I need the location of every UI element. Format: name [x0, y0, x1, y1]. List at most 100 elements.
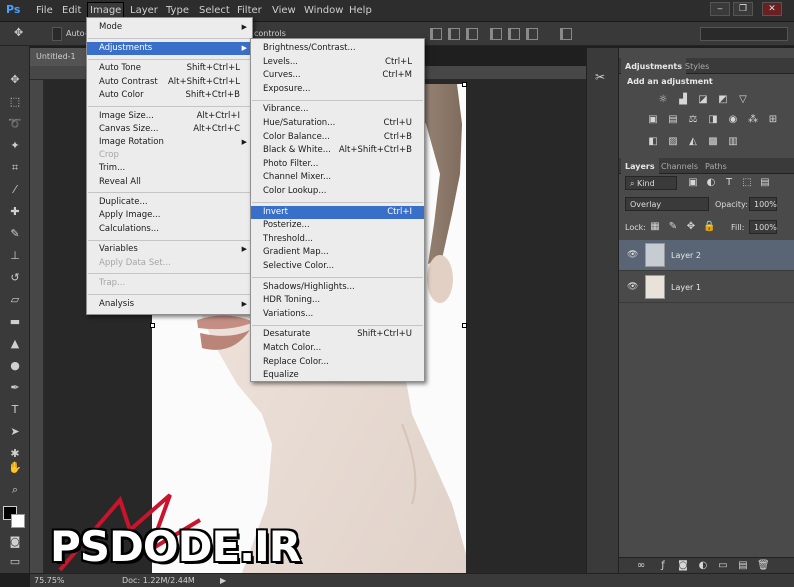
threshold-icon[interactable]: ◭ — [687, 136, 699, 148]
minimize-button[interactable]: ‒ — [710, 2, 730, 16]
menu-item-curves[interactable]: Curves... Ctrl+M — [251, 69, 424, 82]
background-color-swatch[interactable] — [11, 514, 25, 528]
blur-tool-icon[interactable]: ▲ — [7, 336, 23, 352]
healing-brush-tool-icon[interactable]: ✚ — [7, 204, 23, 220]
clone-stamp-tool-icon[interactable]: ⊥ — [7, 248, 23, 264]
tab-channels[interactable]: Channels — [657, 158, 702, 174]
distribute-bottom-icon[interactable] — [526, 28, 538, 40]
align-middle-icon[interactable] — [448, 28, 460, 40]
layer-row[interactable]: 👁 Layer 2 — [619, 240, 794, 271]
menu-item-threshold[interactable]: Threshold... — [251, 233, 424, 246]
gradient-tool-icon[interactable]: ▬ — [7, 314, 23, 330]
posterize-icon[interactable]: ▨ — [667, 136, 679, 148]
menu-item-reveal-all[interactable]: Reveal All — [87, 176, 252, 189]
gradient-map-icon[interactable]: ▥ — [727, 136, 739, 148]
tab-adjustments[interactable]: Adjustments — [621, 58, 686, 74]
eraser-tool-icon[interactable]: ▱ — [7, 292, 23, 308]
layer-style-icon[interactable]: ƒ — [657, 560, 669, 572]
menu-item-match-color[interactable]: Match Color... — [251, 342, 424, 355]
marquee-tool-icon[interactable]: ⬚ — [7, 94, 23, 110]
menu-item-trim[interactable]: Trim... — [87, 162, 252, 175]
history-brush-tool-icon[interactable]: ↺ — [7, 270, 23, 286]
move-tool-icon[interactable]: ✥ — [7, 72, 23, 88]
document-tab[interactable]: Untitled-1 — [30, 48, 86, 66]
type-tool-icon[interactable]: T — [7, 402, 23, 418]
photo-filter-icon[interactable]: ◉ — [727, 114, 739, 126]
new-adjustment-layer-icon[interactable]: ◐ — [697, 560, 709, 572]
transform-handle[interactable] — [150, 323, 155, 328]
opacity-input[interactable]: 100% — [749, 197, 777, 211]
menu-item-variables[interactable]: Variables ▶ — [87, 243, 252, 256]
screen-mode-icon[interactable]: ▭ — [7, 554, 23, 570]
fill-input[interactable]: 100% — [749, 220, 777, 234]
menu-item-levels[interactable]: Levels... Ctrl+L — [251, 56, 424, 69]
selective-color-icon[interactable]: ▩ — [707, 136, 719, 148]
restore-button[interactable]: ❐ — [733, 2, 753, 16]
channel-mixer-icon[interactable]: ⁂ — [747, 114, 759, 126]
menu-item-hdr-toning[interactable]: HDR Toning... — [251, 294, 424, 307]
menu-item-hue-saturation[interactable]: Hue/Saturation... Ctrl+U — [251, 117, 424, 130]
distribute-top-icon[interactable] — [490, 28, 502, 40]
blend-mode-select[interactable]: Overlay — [625, 197, 709, 211]
lock-position-icon[interactable]: ✥ — [685, 221, 697, 233]
filter-smart-object-icon[interactable]: ▤ — [759, 177, 771, 189]
visibility-eye-icon[interactable]: 👁 — [627, 250, 638, 260]
menu-item-calculations[interactable]: Calculations... — [87, 223, 252, 236]
color-lookup-icon[interactable]: ⊞ — [767, 114, 779, 126]
layer-row[interactable]: 👁 Layer 1 — [619, 272, 794, 303]
align-bottom-icon[interactable] — [466, 28, 478, 40]
align-top-icon[interactable] — [430, 28, 442, 40]
menu-item-invert[interactable]: Invert Ctrl+I — [251, 205, 424, 219]
menu-item-image-rotation[interactable]: Image Rotation ▶ — [87, 136, 252, 149]
new-group-icon[interactable]: ▭ — [717, 560, 729, 572]
menu-filter[interactable]: Filter — [237, 5, 262, 16]
triangle-icon[interactable]: ▽ — [737, 94, 749, 106]
menu-item-auto-tone[interactable]: Auto Tone Shift+Ctrl+L — [87, 62, 252, 75]
menu-item-canvas-size[interactable]: Canvas Size... Alt+Ctrl+C — [87, 123, 252, 136]
auto-select-checkbox[interactable] — [52, 27, 62, 41]
vibrance-icon[interactable]: ▣ — [647, 114, 659, 126]
menu-item-gradient-map[interactable]: Gradient Map... — [251, 246, 424, 259]
lock-image-icon[interactable]: ✎ — [667, 221, 679, 233]
menu-item-vibrance[interactable]: Vibrance... — [251, 103, 424, 116]
layer-filter-select[interactable]: ⌕ Kind — [625, 176, 677, 190]
delete-layer-icon[interactable]: 🗑 — [757, 560, 770, 572]
transform-handle[interactable] — [462, 82, 467, 87]
layer-mask-icon[interactable]: ◙ — [677, 560, 689, 572]
menu-item-desaturate[interactable]: Desaturate Shift+Ctrl+U — [251, 328, 424, 341]
menu-item-image-size[interactable]: Image Size... Alt+Ctrl+I — [87, 110, 252, 123]
menu-layer[interactable]: Layer — [130, 5, 158, 16]
menu-item-apply-image[interactable]: Apply Image... — [87, 209, 252, 222]
new-layer-icon[interactable]: ▤ — [737, 560, 749, 572]
menu-item-auto-color[interactable]: Auto Color Shift+Ctrl+B — [87, 89, 252, 102]
filter-shape-icon[interactable]: ⬚ — [741, 177, 753, 189]
menu-view[interactable]: View — [272, 5, 296, 16]
exposure-icon[interactable]: ◩ — [717, 94, 729, 106]
quick-mask-icon[interactable]: ◙ — [7, 534, 23, 550]
menu-select[interactable]: Select — [199, 5, 230, 16]
hand-tool-icon[interactable]: ✋ — [7, 460, 23, 476]
tab-paths[interactable]: Paths — [701, 158, 731, 174]
menu-item-duplicate[interactable]: Duplicate... — [87, 196, 252, 209]
color-balance-icon[interactable]: ⚖ — [687, 114, 699, 126]
brightness-icon[interactable]: ☼ — [657, 94, 669, 106]
tab-layers[interactable]: Layers — [621, 158, 659, 174]
menu-item-brightness-contrast[interactable]: Brightness/Contrast... — [251, 42, 424, 55]
menu-item-exposure[interactable]: Exposure... — [251, 83, 424, 96]
tools-preset-icon[interactable]: ✂ — [595, 70, 605, 84]
crop-tool-icon[interactable]: ⌗ — [7, 160, 23, 176]
menu-item-replace-color[interactable]: Replace Color... — [251, 356, 424, 369]
tab-styles[interactable]: Styles — [681, 58, 713, 74]
path-selection-tool-icon[interactable]: ➤ — [7, 424, 23, 440]
visibility-eye-icon[interactable]: 👁 — [627, 282, 638, 292]
link-layers-icon[interactable]: ∞ — [635, 560, 647, 572]
lasso-tool-icon[interactable]: ➰ — [7, 116, 23, 132]
distribute-middle-icon[interactable] — [508, 28, 520, 40]
layer-name[interactable]: Layer 2 — [671, 251, 701, 260]
eyedropper-tool-icon[interactable]: ⁄ — [7, 182, 23, 198]
menu-window[interactable]: Window — [304, 5, 343, 16]
layer-name[interactable]: Layer 1 — [671, 283, 701, 292]
magic-wand-tool-icon[interactable]: ✦ — [7, 138, 23, 154]
lock-transparent-icon[interactable]: ▦ — [649, 221, 661, 233]
lock-all-icon[interactable]: 🔒 — [703, 221, 715, 233]
